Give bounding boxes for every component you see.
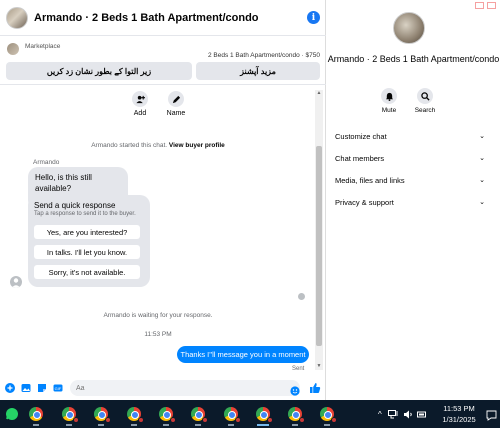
chevron-down-icon: ⌄ — [479, 133, 485, 140]
profile-avatar[interactable] — [393, 12, 425, 44]
chat-members-label: Chat members — [335, 153, 385, 163]
chrome-profile-icon[interactable] — [91, 404, 111, 426]
clock-date: 1/31/2025 — [442, 415, 476, 424]
customize-chat-label: Customize chat — [335, 131, 387, 141]
chat-panel: Armando · 2 Beds 1 Bath Apartment/condo … — [0, 0, 326, 400]
clock-time: 11:53 PM — [443, 404, 475, 413]
sender-name: Armando — [33, 159, 60, 166]
incoming-line-1: Hello, is this still available? — [35, 173, 92, 193]
chrome-profile-icon[interactable] — [253, 404, 273, 426]
window-controls — [472, 2, 496, 9]
search-button[interactable]: Search — [411, 88, 439, 114]
chrome-profile-icon[interactable] — [59, 404, 79, 426]
bell-icon — [381, 88, 397, 104]
sticker-icon[interactable] — [37, 383, 47, 393]
message-input[interactable] — [70, 380, 300, 396]
chevron-down-icon: ⌄ — [479, 155, 485, 162]
outgoing-message: Thanks I''ll message you in a moment — [177, 346, 309, 363]
chat-info-panel: Armando · 2 Beds 1 Bath Apartment/condo … — [327, 0, 500, 400]
thumbs-up-icon[interactable] — [309, 381, 321, 393]
close-button[interactable] — [487, 2, 496, 9]
scroll-down-arrow-icon[interactable]: ▼ — [315, 363, 323, 370]
quick-response-card: Send a quick response Tap a response to … — [28, 195, 150, 287]
chat-avatar[interactable] — [6, 6, 28, 29]
chat-header: Armando · 2 Beds 1 Bath Apartment/condo … — [0, 0, 326, 36]
volume-icon[interactable] — [403, 410, 413, 419]
quick-response-title: Send a quick response — [34, 201, 116, 210]
profile-title: Armando · 2 Beds 1 Bath Apartment/condo — [327, 54, 500, 64]
listing-title-price[interactable]: 2 Beds 1 Bath Apartment/condo · $750 — [208, 52, 320, 59]
quick-response-subtitle: Tap a response to send it to the buyer. — [34, 211, 136, 217]
mark-pending-button[interactable]: زیر التوا کے بطور نشان زد کریں — [6, 62, 192, 80]
chrome-icon[interactable] — [26, 404, 46, 426]
chrome-profile-icon[interactable] — [285, 404, 305, 426]
chevron-down-icon: ⌄ — [479, 199, 485, 206]
network-icon[interactable] — [387, 409, 399, 419]
notification-icon[interactable] — [486, 408, 497, 421]
chat-members-row[interactable]: Chat members ⌄ — [335, 151, 485, 165]
composer-bar: GIF — [0, 375, 326, 400]
add-label: Add — [133, 110, 147, 117]
chat-started-note: Armando started this chat. View buyer pr… — [91, 142, 225, 149]
privacy-support-row[interactable]: Privacy & support ⌄ — [335, 195, 485, 209]
search-label: Search — [414, 107, 436, 114]
sent-status: Sent — [292, 366, 305, 372]
photo-icon[interactable] — [21, 383, 31, 393]
scrollbar[interactable]: ▲ ▼ — [315, 90, 323, 370]
name-label: Name — [166, 110, 186, 117]
minimize-button[interactable] — [475, 2, 484, 9]
chevron-down-icon: ⌄ — [479, 177, 485, 184]
listing-thumbnail[interactable] — [7, 43, 19, 55]
add-person-icon — [132, 91, 148, 107]
chevron-up-icon[interactable]: ^ — [378, 410, 382, 419]
emoji-icon[interactable] — [290, 383, 300, 396]
media-files-links-label: Media, files and links — [335, 175, 405, 185]
taskbar-clock[interactable]: 11:53 PM 1/31/2025 — [436, 403, 482, 425]
media-files-links-row[interactable]: Media, files and links ⌄ — [335, 173, 485, 187]
chrome-profile-icon[interactable] — [124, 404, 144, 426]
chat-title[interactable]: Armando · 2 Beds 1 Bath Apartment/condo — [34, 12, 307, 24]
search-icon — [417, 88, 433, 104]
message-timestamp: 11:53 PM — [144, 331, 172, 338]
quick-reply-interested[interactable]: Yes, are you interested? — [34, 225, 140, 239]
svg-text:GIF: GIF — [55, 386, 62, 391]
scroll-up-arrow-icon[interactable]: ▲ — [315, 90, 323, 97]
gif-icon[interactable]: GIF — [53, 383, 63, 393]
add-member-button[interactable]: Add — [125, 91, 155, 117]
mute-button[interactable]: Mute — [375, 88, 403, 114]
edit-name-button[interactable]: Name — [161, 91, 191, 117]
chrome-profile-icon[interactable] — [317, 404, 337, 426]
plus-icon[interactable] — [5, 382, 15, 393]
quick-reply-not-available[interactable]: Sorry, it's not available. — [34, 265, 140, 279]
info-icon[interactable]: i — [307, 11, 320, 24]
privacy-support-label: Privacy & support — [335, 197, 394, 207]
whatsapp-icon[interactable] — [2, 404, 22, 424]
quick-reply-in-talks[interactable]: In talks. I'll let you know. — [34, 245, 140, 259]
chrome-profile-icon[interactable] — [188, 404, 208, 426]
more-options-button[interactable]: مزید آپشنز — [196, 62, 320, 80]
system-tray: ^ — [378, 400, 427, 428]
view-buyer-profile-link[interactable]: View buyer profile — [169, 142, 225, 149]
chrome-profile-icon[interactable] — [221, 404, 241, 426]
sender-avatar[interactable] — [10, 276, 22, 288]
mute-label: Mute — [381, 107, 397, 114]
customize-chat-row[interactable]: Customize chat ⌄ — [335, 129, 485, 143]
taskbar: ^ 11:53 PM 1/31/2025 — [0, 400, 500, 428]
waiting-note: Armando is waiting for your response. — [103, 312, 213, 319]
chrome-profile-icon[interactable] — [156, 404, 176, 426]
marketplace-label: Marketplace — [25, 43, 61, 50]
battery-icon[interactable] — [416, 410, 427, 419]
seen-avatar-icon — [298, 293, 305, 300]
pencil-icon — [168, 91, 184, 107]
scrollbar-thumb[interactable] — [316, 146, 322, 346]
app-window: Armando · 2 Beds 1 Bath Apartment/condo … — [0, 0, 500, 428]
